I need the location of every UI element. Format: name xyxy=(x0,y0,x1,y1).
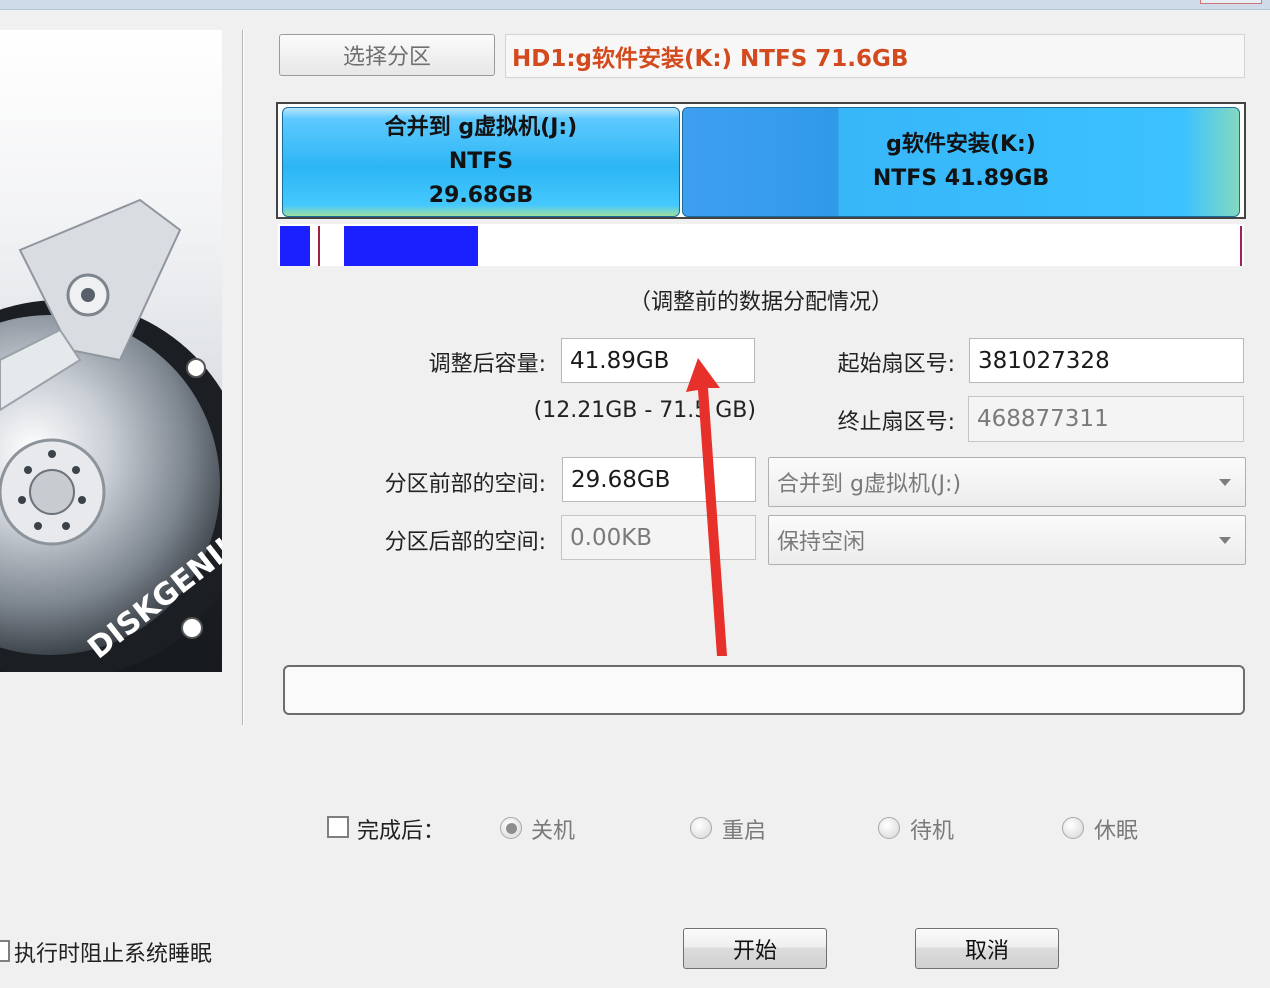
radio-restart[interactable] xyxy=(690,817,712,839)
progress-bar xyxy=(283,665,1245,715)
radio-hibernate-label: 休眠 xyxy=(1094,819,1139,844)
partition-fs: NTFS xyxy=(448,149,514,174)
partition-boundary-marker xyxy=(318,226,320,266)
space-after-field: 0.00KB xyxy=(561,515,756,560)
size-range-hint: (12.21GB - 71.5 GB) xyxy=(533,398,756,423)
partition-block-current[interactable]: g软件安装(K:) NTFS 41.89GB xyxy=(682,107,1240,217)
new-size-input[interactable]: 41.89GB xyxy=(561,338,755,383)
space-after-action-dropdown[interactable]: 保持空闲 xyxy=(768,515,1246,565)
distribution-caption: （调整前的数据分配情况） xyxy=(628,290,893,315)
end-sector-field: 468877311 xyxy=(968,396,1244,442)
end-sector-label: 终止扇区号: xyxy=(837,410,955,435)
radio-standby[interactable] xyxy=(878,817,900,839)
space-after-label: 分区后部的空间: xyxy=(384,530,546,555)
window-top-border xyxy=(0,0,1270,10)
partition-name: g软件安装(K:) xyxy=(886,132,1036,157)
start-sector-label: 起始扇区号: xyxy=(837,352,955,377)
prevent-sleep-label: 执行时阻止系统睡眠 xyxy=(14,942,213,967)
chevron-down-icon xyxy=(1219,537,1231,544)
prevent-sleep-checkbox[interactable] xyxy=(0,940,10,962)
diskgenius-disk-image: DISKGENIUS xyxy=(0,30,222,672)
panel-divider xyxy=(242,30,244,725)
after-completion-label: 完成后： xyxy=(357,819,446,844)
space-after-action-value: 保持空闲 xyxy=(777,530,866,555)
start-sector-input[interactable]: 381027328 xyxy=(969,338,1244,383)
partition-end-marker xyxy=(1240,226,1242,266)
partition-name: 合并到 g虚拟机(J:) xyxy=(384,115,578,140)
after-completion-checkbox[interactable] xyxy=(327,816,349,838)
used-data-segment xyxy=(344,226,478,266)
space-before-action-value: 合并到 g虚拟机(J:) xyxy=(777,472,962,497)
data-distribution-bar xyxy=(278,224,1244,266)
chevron-down-icon xyxy=(1219,479,1231,486)
radio-hibernate[interactable] xyxy=(1062,817,1084,839)
partition-block-merge-target[interactable]: 合并到 g虚拟机(J:) NTFS 29.68GB xyxy=(282,107,680,217)
radio-shutdown[interactable] xyxy=(500,817,522,839)
hard-disk-illustration: DISKGENIUS xyxy=(0,198,222,672)
radio-shutdown-label: 关机 xyxy=(531,819,576,844)
window-close-edge[interactable] xyxy=(1200,0,1262,4)
space-before-label: 分区前部的空间: xyxy=(384,472,546,497)
radio-standby-label: 待机 xyxy=(910,819,955,844)
partition-size: 29.68GB xyxy=(428,183,534,208)
used-data-segment xyxy=(280,226,310,266)
space-before-action-dropdown[interactable]: 合并到 g虚拟机(J:) xyxy=(768,457,1246,507)
cancel-button[interactable]: 取消 xyxy=(915,928,1059,969)
radio-restart-label: 重启 xyxy=(722,819,767,844)
partition-fs-size: NTFS 41.89GB xyxy=(872,166,1050,191)
new-size-label: 调整后容量: xyxy=(428,352,546,377)
partition-map: 合并到 g虚拟机(J:) NTFS 29.68GB g软件安装(K:) NTFS… xyxy=(276,102,1246,219)
current-partition-display: HD1:g软件安装(K:) NTFS 71.6GB xyxy=(505,34,1245,78)
select-partition-button[interactable]: 选择分区 xyxy=(279,34,495,76)
space-before-input[interactable]: 29.68GB xyxy=(562,457,756,502)
start-button[interactable]: 开始 xyxy=(683,928,827,969)
